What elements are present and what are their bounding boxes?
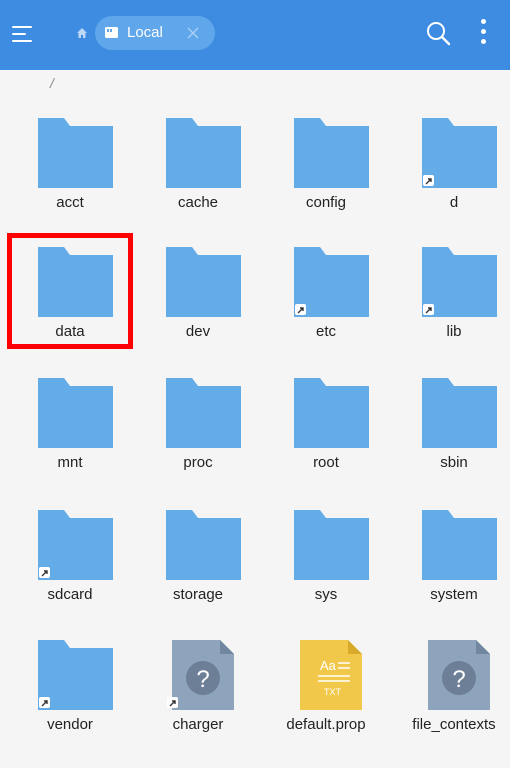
folder-item[interactable]: sbin <box>390 378 510 506</box>
item-label: lib <box>446 323 462 340</box>
folder-item[interactable]: lib <box>390 247 510 375</box>
tab-local[interactable]: Local <box>95 16 215 50</box>
item-label: d <box>449 194 459 211</box>
item-label: mnt <box>57 454 83 471</box>
folder-item[interactable]: sys <box>262 510 390 638</box>
symlink-badge-icon <box>39 697 50 708</box>
symlink-badge-icon <box>295 304 306 315</box>
item-label: sys <box>314 586 338 603</box>
folder-item[interactable]: cache <box>134 118 262 246</box>
svg-text:?: ? <box>452 666 465 693</box>
item-label: dev <box>185 323 211 340</box>
item-label: storage <box>172 586 224 603</box>
file-item[interactable]: ? file_contexts <box>390 640 510 768</box>
svg-text:TXT: TXT <box>324 687 342 697</box>
menu-icon[interactable] <box>12 22 34 46</box>
close-icon[interactable] <box>185 25 201 41</box>
symlink-badge-icon <box>423 304 434 315</box>
folder-icon <box>422 378 497 448</box>
folder-icon <box>38 378 113 448</box>
more-vertical-icon[interactable] <box>476 17 490 47</box>
item-label: cache <box>177 194 219 211</box>
text-file-icon: Aa TXT <box>300 640 362 710</box>
folder-icon <box>294 247 369 317</box>
folder-item[interactable]: d <box>390 118 510 246</box>
folder-item[interactable]: config <box>262 118 390 246</box>
file-item[interactable]: ? charger <box>134 640 262 768</box>
item-label: sbin <box>440 454 468 471</box>
folder-icon <box>294 378 369 448</box>
item-label: default.prop <box>286 716 366 733</box>
folder-icon <box>422 510 497 580</box>
folder-icon <box>294 118 369 188</box>
item-label: config <box>305 194 347 211</box>
item-label: acct <box>56 194 84 211</box>
folder-icon <box>166 118 241 188</box>
folder-icon <box>38 510 113 580</box>
folder-item[interactable]: etc <box>262 247 390 375</box>
item-label: sdcard <box>47 586 93 603</box>
svg-text:?: ? <box>196 666 209 693</box>
tab-label: Local <box>127 24 163 41</box>
symlink-badge-icon <box>423 175 434 186</box>
home-icon[interactable] <box>76 27 88 39</box>
folder-icon <box>422 118 497 188</box>
top-app-bar: Local <box>0 0 510 70</box>
folder-icon <box>294 510 369 580</box>
folder-icon <box>38 640 113 710</box>
folder-item[interactable]: system <box>390 510 510 638</box>
folder-icon <box>422 247 497 317</box>
folder-item[interactable]: root <box>262 378 390 506</box>
folder-icon <box>166 378 241 448</box>
path-breadcrumb[interactable]: / <box>50 75 54 91</box>
folder-item[interactable]: mnt <box>6 378 134 506</box>
item-label: proc <box>183 454 213 471</box>
item-label: system <box>430 586 478 603</box>
symlink-badge-icon <box>167 697 178 708</box>
folder-icon <box>166 510 241 580</box>
file-item[interactable]: Aa TXT default.prop <box>262 640 390 768</box>
folder-icon <box>166 247 241 317</box>
folder-item[interactable]: acct <box>6 118 134 246</box>
item-label: file_contexts <box>412 716 496 733</box>
item-label: etc <box>315 323 336 340</box>
folder-item[interactable]: proc <box>134 378 262 506</box>
item-label: charger <box>172 716 224 733</box>
unknown-file-icon: ? <box>167 640 234 710</box>
svg-text:Aa: Aa <box>320 658 337 673</box>
symlink-badge-icon <box>39 567 50 578</box>
search-icon[interactable] <box>425 20 451 46</box>
sd-card-icon <box>105 27 118 38</box>
selection-highlight <box>7 233 133 349</box>
folder-item[interactable]: vendor <box>6 640 134 768</box>
item-label: root <box>313 454 339 471</box>
unknown-file-icon: ? <box>428 640 490 710</box>
item-label: vendor <box>47 716 93 733</box>
folder-item[interactable]: storage <box>134 510 262 638</box>
folder-item[interactable]: sdcard <box>6 510 134 638</box>
folder-icon <box>38 118 113 188</box>
folder-item[interactable]: dev <box>134 247 262 375</box>
